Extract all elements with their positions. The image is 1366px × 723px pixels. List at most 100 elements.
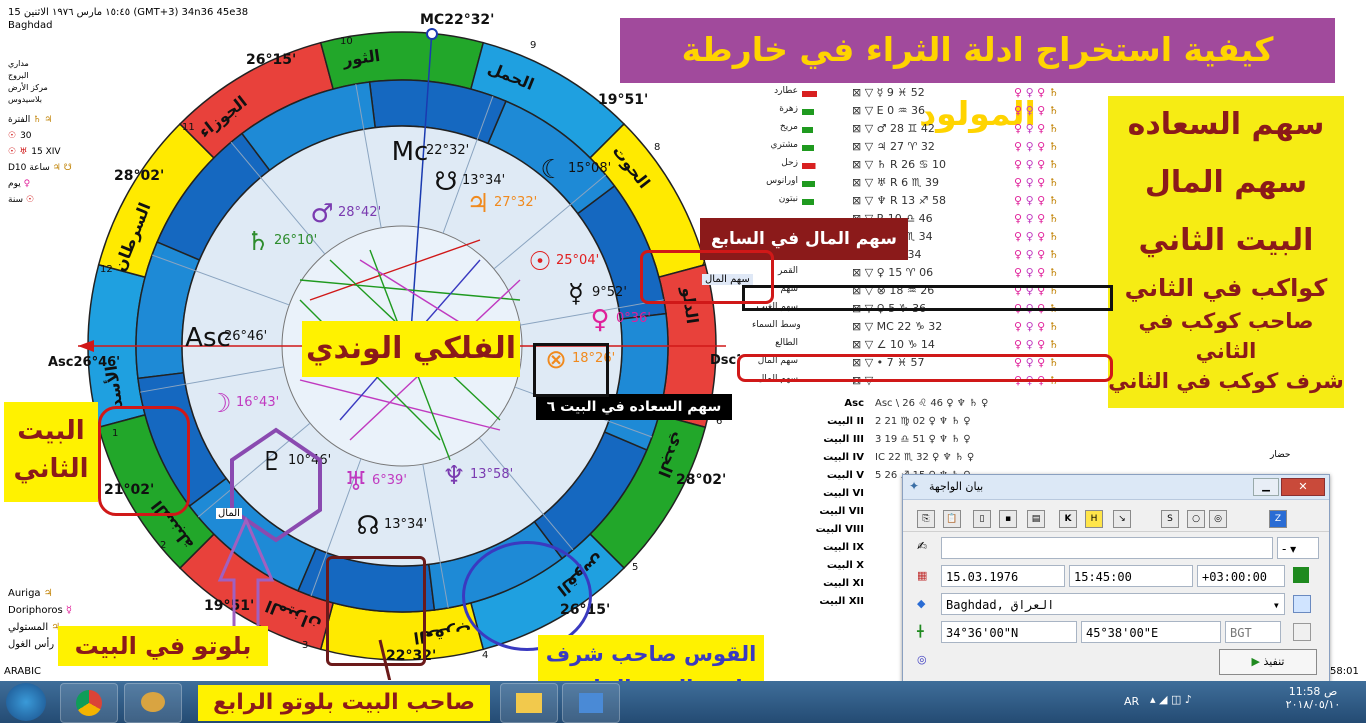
- radio-2-icon[interactable]: ◎: [1209, 510, 1227, 528]
- settings-icon: ◎: [917, 653, 927, 666]
- house-row: البيت II 2 21 ♍ 02 ♀ ♆ ♄ ♀: [800, 413, 970, 431]
- paint-taskbar-icon[interactable]: [124, 683, 182, 723]
- tz-abbr-field[interactable]: BGT: [1225, 621, 1281, 643]
- strength-bar: [802, 163, 842, 169]
- place-field[interactable]: Baghdad, العراق ▾: [941, 593, 1285, 615]
- cusp-label: 28°02': [114, 168, 164, 184]
- save-icon[interactable]: ▪: [999, 510, 1017, 528]
- extra-note: حضار: [1270, 450, 1291, 460]
- house-label: Asc: [844, 398, 864, 409]
- dialog-app-icon: ✦: [909, 479, 920, 493]
- copy-icon[interactable]: ⎘: [917, 510, 935, 528]
- dst-toggle[interactable]: [1293, 567, 1309, 583]
- fortune-in-6th-label: سهم السعاده في البيت ٦: [536, 394, 732, 420]
- row-label: نبتون: [778, 194, 798, 204]
- dialog-title: بيان الواجهة: [929, 480, 984, 493]
- left-row: يوم ♀: [8, 179, 31, 189]
- paste-icon[interactable]: 📋: [943, 510, 961, 528]
- house-cells: 2 21 ♍ 02 ♀ ♆ ♄ ♀: [875, 416, 971, 427]
- execute-button[interactable]: ▶ تنفيذ: [1219, 649, 1317, 675]
- house-row: البيت XII: [800, 593, 864, 611]
- row-rulers: ♀ ♀ ♀ ♄: [1014, 122, 1059, 135]
- row-rulers: ♀ ♀ ♀ ♄: [1014, 230, 1059, 243]
- panel-line: صاحب كوكب في الثاني: [1138, 309, 1314, 363]
- latitude-field[interactable]: 34°36'00"N: [941, 621, 1077, 643]
- left-row: سنة ☉: [8, 195, 35, 205]
- row-rulers: ♀ ♀ ♀ ♄: [1014, 320, 1059, 333]
- longitude-field[interactable]: 45°38'00"E: [1081, 621, 1221, 643]
- arrow-icon[interactable]: ↘: [1113, 510, 1131, 528]
- wealth-indicators-panel: سهم السعاده سهم المال البيت الثاني كواكب…: [1108, 96, 1344, 408]
- app-taskbar-icon[interactable]: [562, 683, 620, 723]
- timezone-field[interactable]: +03:00:00: [1197, 565, 1285, 587]
- table-icon[interactable]: ▤: [1027, 510, 1045, 528]
- new-icon[interactable]: ▯: [973, 510, 991, 528]
- planet-degree: 25°04': [556, 253, 599, 268]
- strength-bar: [802, 181, 842, 187]
- name-field[interactable]: [941, 537, 1273, 559]
- house-row: Asc Asc \ 26 ♌ 46 ♀ ♆ ♄ ♀: [800, 395, 988, 413]
- row-label: عطارد: [774, 86, 798, 96]
- z-icon[interactable]: Z: [1269, 510, 1287, 528]
- planet-glyph: ☾: [540, 155, 563, 185]
- k-icon[interactable]: K: [1059, 510, 1077, 528]
- second-house-label: البيت الثاني: [4, 402, 98, 502]
- cusp-label: 19°51': [204, 598, 254, 614]
- time-field[interactable]: 15:45:00: [1069, 565, 1193, 587]
- radio-1-icon[interactable]: ○: [1187, 510, 1205, 528]
- planet-degree: 28°42': [338, 205, 381, 220]
- row-cells: ⊠ ▽ ☿ 9 ♓ 52: [852, 86, 925, 99]
- house-row: البيت VII: [800, 503, 864, 521]
- row-label: مريخ: [779, 122, 798, 132]
- ruler-pluto-label: صاحب البيت بلوتو الرابع: [198, 685, 490, 721]
- house-row: البيت VI: [800, 485, 864, 503]
- chrome-taskbar-icon[interactable]: [60, 683, 118, 723]
- clock[interactable]: 11:58 ص ٢٠١٨/٠٥/١٠: [1278, 685, 1348, 711]
- explorer-taskbar-icon[interactable]: [500, 683, 558, 723]
- strike-icon[interactable]: S: [1161, 510, 1179, 528]
- tray-icons[interactable]: ▴ ◢ ◫ ♪: [1150, 693, 1192, 706]
- left-row: الفترة ♄ ♃: [8, 115, 53, 125]
- planet-degree: 15°08': [568, 161, 611, 176]
- close-button[interactable]: ✕: [1281, 478, 1325, 496]
- house-row: البيت IX: [800, 539, 864, 557]
- planet-degree: 9°52': [592, 285, 627, 300]
- house-number: 4: [482, 650, 488, 661]
- coords-icon: ╋: [917, 625, 924, 638]
- h-icon[interactable]: H: [1085, 510, 1103, 528]
- row-cells: ⊠ ▽ ♆ R 13 ♐ 58: [852, 194, 947, 207]
- map-icon[interactable]: [1293, 595, 1311, 613]
- gender-select[interactable]: - ▾: [1277, 537, 1319, 559]
- cusp-label: MC22°32': [420, 12, 494, 28]
- keyboard-language[interactable]: AR: [1124, 695, 1139, 708]
- header-line1: 15 ١٥:٤٥ مارس ١٩٧٦ الاثنين (GMT+3) 34n36…: [8, 7, 249, 18]
- header-line2: Baghdad: [8, 20, 53, 31]
- left-row: ☉ ♅ 15 XIV: [8, 147, 61, 157]
- house-number: 5: [632, 562, 638, 573]
- house-row: البيت IV IC 22 ♏ 32 ♀ ♆ ♄ ♀: [800, 449, 974, 467]
- table-row: القمر ⊠ ▽ ♀ 15 ♈ 06 ♀ ♀ ♀ ♄: [752, 266, 1102, 284]
- cusp-label: 28°02': [676, 472, 726, 488]
- row-cells: ⊠ ▽ E 0 ♒ 36: [852, 104, 925, 117]
- row-cells: ⊠ ▽ ♄ R 26 ♋ 10: [852, 158, 947, 171]
- cusp-label: 26°15': [246, 52, 296, 68]
- pluto-in-house-label: بلوتو في البيت: [58, 626, 268, 666]
- planet-degree: 6°39': [372, 473, 407, 488]
- house-label: البيت X: [826, 560, 864, 571]
- planet-glyph: ♄: [246, 227, 269, 257]
- left-info-1: مداري: [8, 59, 29, 68]
- planet-glyph: ☽: [208, 389, 231, 419]
- mc-marker: [426, 28, 438, 40]
- date-field[interactable]: 15.03.1976: [941, 565, 1065, 587]
- start-button[interactable]: [6, 683, 46, 721]
- minimize-button[interactable]: ▁: [1253, 478, 1279, 496]
- row-label: زحل: [781, 158, 798, 168]
- scorpio-box: [326, 556, 426, 666]
- chart-header: 15 ١٥:٤٥ مارس ١٩٧٦ الاثنين (GMT+3) 34n36…: [8, 6, 248, 32]
- house-label: البيت III: [823, 434, 864, 445]
- planet-glyph: ♅: [344, 467, 367, 497]
- table-row: زحل ⊠ ▽ ♄ R 26 ♋ 10 ♀ ♀ ♀ ♄: [752, 158, 1102, 176]
- house-number: 9: [530, 40, 536, 51]
- map-pin-icon[interactable]: [1293, 623, 1311, 641]
- house-number: 8: [654, 142, 660, 153]
